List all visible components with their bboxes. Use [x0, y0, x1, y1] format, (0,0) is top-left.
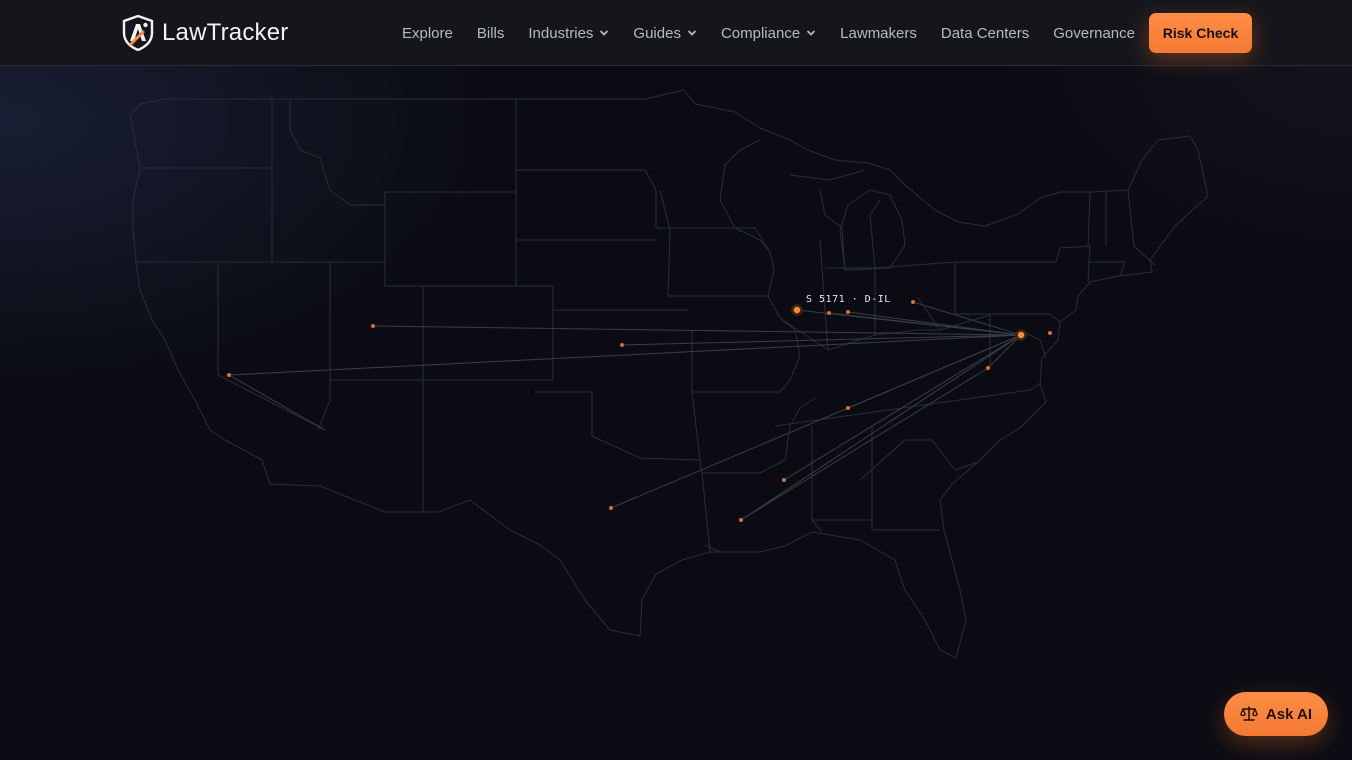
connection-lines [228, 301, 1022, 521]
marker-dot[interactable] [1048, 331, 1052, 335]
marker-dot[interactable] [371, 324, 375, 328]
brand-name: LawTracker [162, 19, 289, 46]
us-legislation-map: S 5171 · D-IL [0, 66, 1352, 760]
chevron-down-icon [600, 30, 609, 36]
nav-compliance-label: Compliance [720, 24, 801, 42]
marker-dot[interactable] [846, 406, 850, 410]
marker-dot[interactable] [739, 518, 743, 522]
us-outline [129, 89, 1209, 659]
nav-explore[interactable]: Explore [402, 25, 453, 42]
michigan-outline [789, 169, 906, 271]
marker-dot[interactable] [846, 310, 850, 314]
nav-compliance[interactable]: Compliance [721, 25, 816, 42]
nav-explore-label: Explore [402, 24, 453, 42]
marker-dot[interactable] [911, 300, 915, 304]
marker-dot[interactable] [227, 373, 231, 377]
highlight-marker-dc[interactable] [1015, 329, 1027, 341]
nav-data-centers[interactable]: Data Centers [941, 25, 1029, 42]
risk-check-button[interactable]: Risk Check [1149, 13, 1252, 53]
nav-industries-label: Industries [528, 24, 594, 42]
main-nav: Explore Bills Industries Guides Complian… [402, 0, 1159, 66]
chevron-down-icon [807, 30, 816, 36]
nav-data-centers-label: Data Centers [940, 24, 1030, 42]
marker-dot[interactable] [620, 343, 624, 347]
marker-dot[interactable] [827, 311, 831, 315]
nav-guides[interactable]: Guides [633, 25, 697, 42]
marker-dot[interactable] [986, 366, 990, 370]
highlight-marker-il[interactable] [791, 304, 803, 316]
marker-dot[interactable] [782, 478, 786, 482]
nav-governance[interactable]: Governance [1053, 25, 1135, 42]
nav-guides-label: Guides [633, 24, 681, 42]
nav-lawmakers-label: Lawmakers [840, 24, 917, 42]
ai-shield-logo-icon [122, 15, 154, 51]
nav-industries[interactable]: Industries [528, 25, 609, 42]
brand-logo[interactable]: LawTracker [122, 14, 288, 52]
ask-ai-button[interactable]: Ask AI [1224, 692, 1328, 736]
nav-bills[interactable]: Bills [477, 25, 505, 42]
nav-lawmakers[interactable]: Lawmakers [840, 25, 917, 42]
scale-icon [1240, 706, 1258, 722]
marker-dot[interactable] [609, 506, 613, 510]
chevron-down-icon [688, 30, 696, 36]
ask-ai-label: Ask AI [1265, 705, 1313, 723]
highlight-bill-label: S 5171 · D-IL [806, 294, 891, 305]
nav-bills-label: Bills [476, 24, 505, 42]
site-header: LawTracker Explore Bills Industries Guid… [0, 0, 1352, 66]
page: LawTracker Explore Bills Industries Guid… [0, 0, 1352, 760]
nav-governance-label: Governance [1053, 24, 1135, 42]
state-borders [135, 99, 1156, 553]
map-canvas [129, 89, 1209, 659]
